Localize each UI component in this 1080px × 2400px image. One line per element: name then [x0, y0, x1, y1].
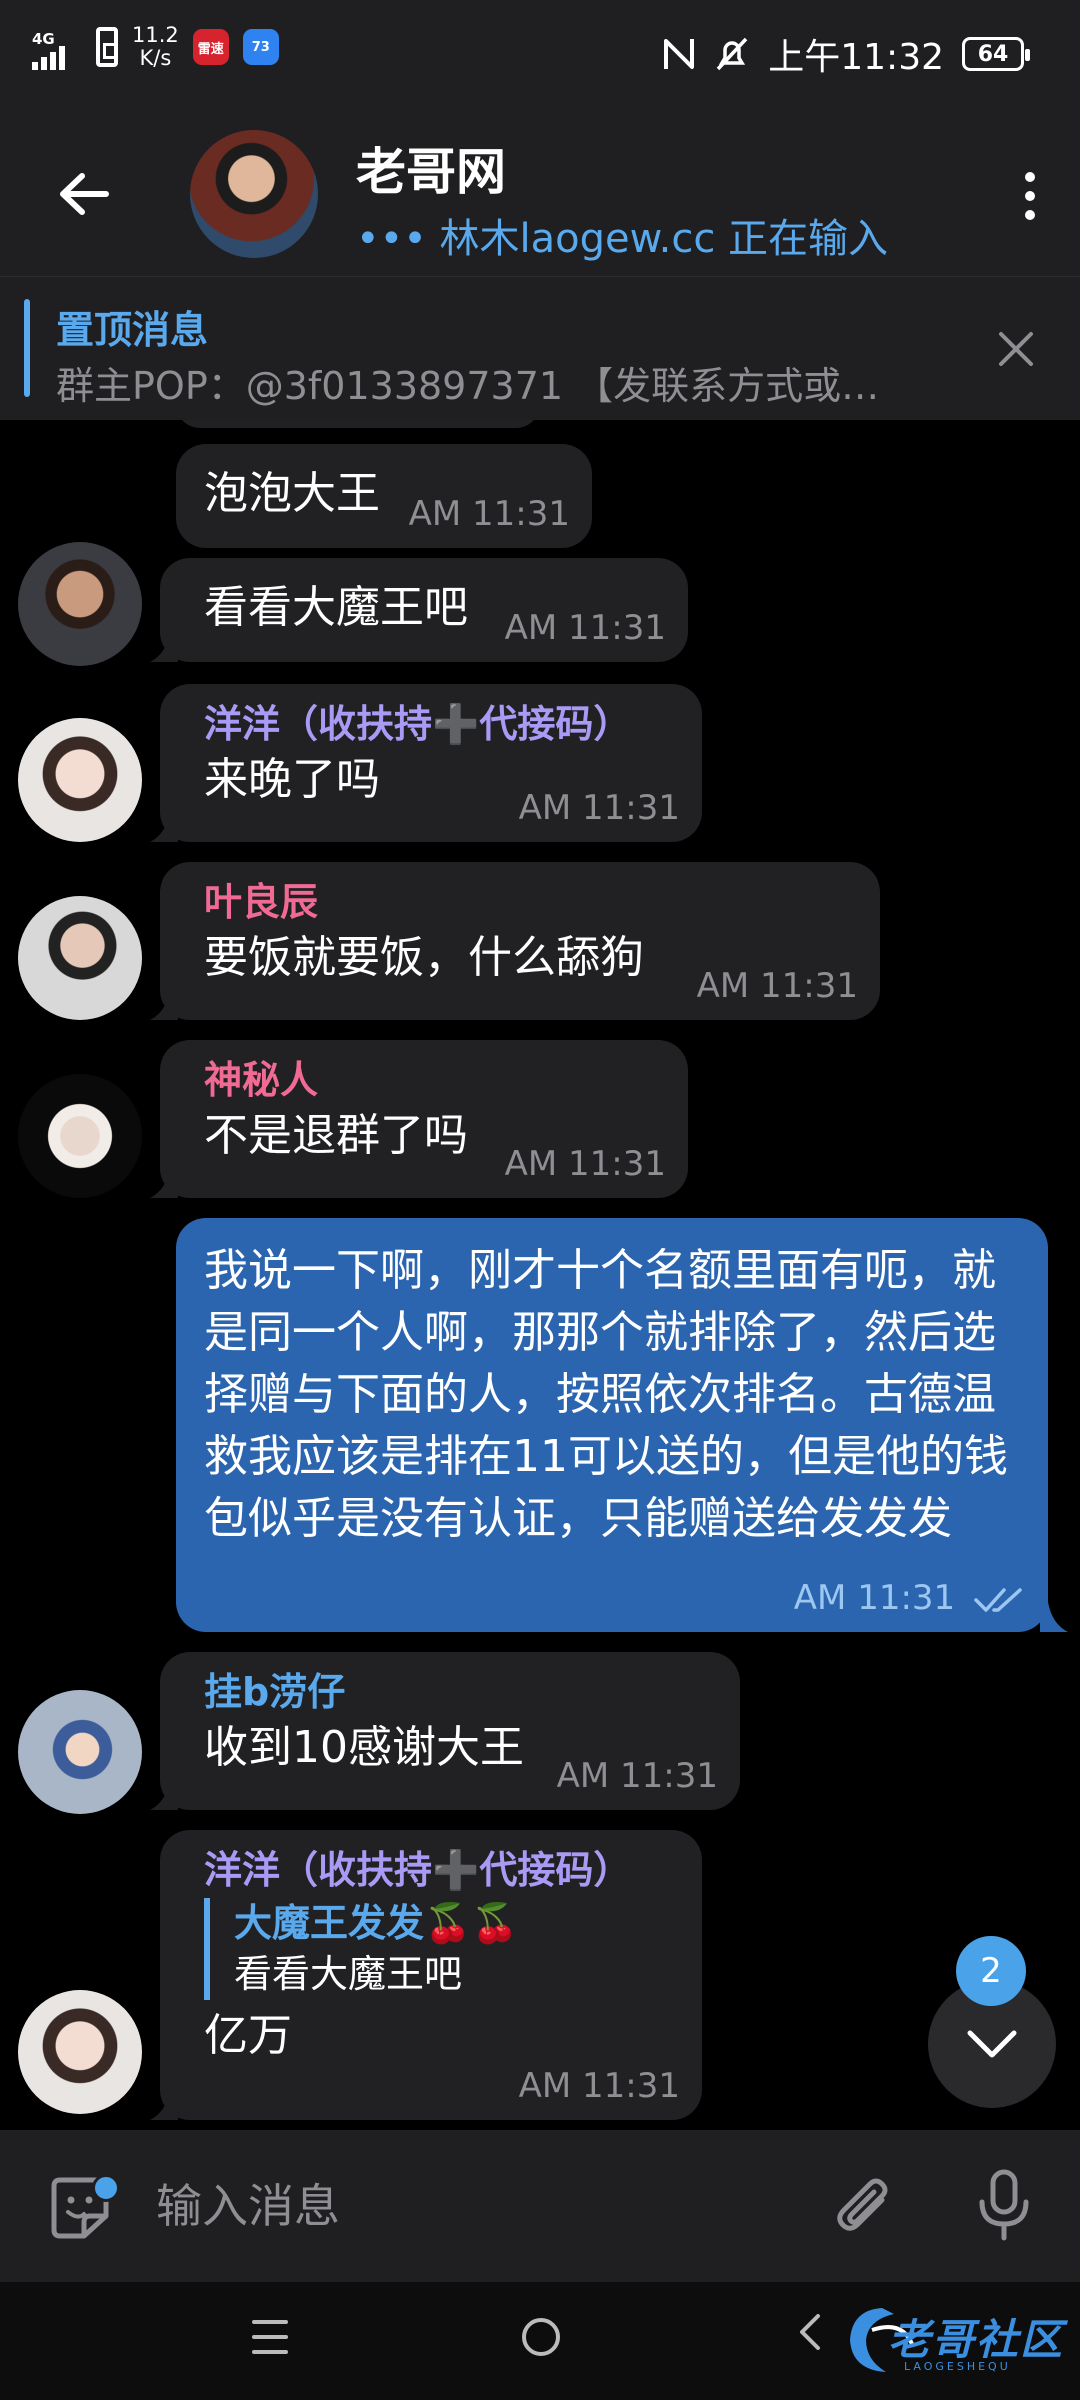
message-time: AM 11:31 — [556, 1756, 718, 1796]
user-avatar[interactable] — [18, 542, 142, 666]
message-time: AM 11:31 — [518, 788, 680, 828]
pinned-title: 置顶消息 — [56, 308, 209, 352]
watermark-subtext: LAOGESHEQU — [904, 2360, 1011, 2373]
message-time: AM 11:31 — [504, 608, 666, 648]
pinned-indicator — [24, 299, 30, 397]
message-time: AM 11:31 — [408, 494, 570, 534]
app-notification-icon: 雷速 — [192, 29, 229, 65]
bubble-tail — [150, 990, 178, 1020]
chat-header: 老哥网 ••• 林木laogew.cc 正在输入 — [0, 108, 1080, 276]
arrow-left-icon — [60, 173, 109, 215]
more-menu-button[interactable] — [1000, 156, 1060, 236]
network-type: 4G — [32, 30, 55, 48]
pinned-text: 群主POP：@3f0133897371 【发联系方式或… — [56, 364, 880, 408]
nfc-icon — [664, 39, 695, 69]
paperclip-icon — [837, 2178, 888, 2231]
message-time: AM 11:31 — [794, 1578, 1026, 1618]
sender-name[interactable]: 挂b涝仔 — [204, 1668, 712, 1716]
chevron-left-icon — [800, 2314, 820, 2350]
message-bubble[interactable]: 洋洋（收扶持➕代接码） 来晚了吗 AM 11:31 — [160, 684, 702, 842]
network-speed: 11.2 K/s — [132, 23, 179, 70]
reply-sender: 大魔王发发🍒🍒 — [234, 1901, 519, 1945]
reply-text: 看看大魔王吧 — [234, 1952, 463, 1996]
reply-quote[interactable]: 大魔王发发🍒🍒 看看大魔王吧 — [204, 1898, 674, 2000]
group-avatar[interactable] — [190, 130, 318, 258]
message-time: AM 11:31 — [518, 2066, 680, 2106]
message-time: AM 11:31 — [504, 1144, 666, 1184]
clock: 上午11:32 — [768, 37, 944, 78]
attach-button[interactable] — [826, 2170, 902, 2246]
message-bubble[interactable]: 叶良辰 要饭就要饭，什么舔狗 AM 11:31 — [160, 862, 880, 1020]
user-avatar[interactable] — [18, 1690, 142, 1814]
unread-count-badge: 2 — [956, 1936, 1026, 2006]
message-input[interactable] — [156, 2170, 796, 2242]
bubble-tail — [150, 812, 178, 842]
message-bubble[interactable]: 神秘人 不是退群了吗 AM 11:31 — [160, 1040, 688, 1198]
message-text: 亿万 — [204, 2010, 292, 2061]
message-bubble[interactable]: 挂b涝仔 收到10感谢大王 AM 11:31 — [160, 1652, 740, 1810]
bubble-tail — [1040, 1602, 1068, 1632]
new-sticker-indicator — [92, 2174, 120, 2202]
user-avatar[interactable] — [18, 1074, 142, 1198]
sender-name[interactable]: 洋洋（收扶持➕代接码） — [204, 700, 674, 748]
message-bubble[interactable]: 洋洋（收扶持➕代接码） 大魔王发发🍒🍒 看看大魔王吧 亿万 AM 11:31 — [160, 1830, 702, 2120]
chat-title[interactable]: 老哥网 — [356, 132, 506, 204]
system-navigation-bar: 老哥社区 LAOGESHEQU — [0, 2282, 1080, 2400]
close-icon — [999, 332, 1033, 366]
bubble-tail — [150, 1780, 178, 1810]
status-bar: 4G 11.2 K/s 雷速 73 上午11:32 64 — [0, 0, 1080, 108]
microphone-icon — [979, 2169, 1029, 2241]
sim-icon — [96, 27, 118, 67]
message-composer — [0, 2130, 1080, 2282]
signal-icon: 4G — [32, 24, 82, 70]
chevron-down-icon — [967, 2030, 1017, 2058]
bubble-tail — [150, 632, 178, 662]
bell-muted-icon — [716, 37, 748, 71]
message-bubble-partial — [176, 420, 540, 428]
sender-name[interactable]: 神秘人 — [204, 1056, 660, 1104]
sender-name[interactable]: 叶良辰 — [204, 878, 852, 926]
message-time: AM 11:31 — [696, 966, 858, 1006]
bubble-tail — [150, 1168, 178, 1198]
read-checks-icon — [974, 1587, 1022, 1612]
watermark-text: 老哥社区 — [888, 2315, 1065, 2364]
user-avatar[interactable] — [18, 896, 142, 1020]
recent-apps-button[interactable] — [252, 2320, 288, 2354]
outgoing-message-bubble[interactable]: 我说一下啊，刚才十个名额里面有呃，就是同一个人啊，那那个就排除了，然后选择赠与下… — [176, 1218, 1048, 1632]
back-button[interactable] — [48, 158, 120, 230]
battery-icon: 64 — [962, 37, 1030, 71]
message-text: 我说一下啊，刚才十个名额里面有呃，就是同一个人啊，那那个就排除了，然后选择赠与下… — [204, 1245, 1008, 1544]
close-pinned-button[interactable] — [984, 317, 1048, 381]
typing-status: ••• 林木laogew.cc 正在输入 — [356, 216, 889, 262]
message-list[interactable]: 泡泡大王 AM 11:31 看看大魔王吧 AM 11:31 洋洋（收扶持➕代接码… — [0, 420, 1080, 2130]
system-back-button[interactable] — [798, 2312, 822, 2362]
pinned-message[interactable]: 置顶消息 群主POP：@3f0133897371 【发联系方式或… — [0, 276, 1080, 420]
watermark-logo: 老哥社区 LAOGESHEQU — [842, 2296, 1068, 2386]
voice-record-button[interactable] — [966, 2166, 1042, 2246]
message-bubble[interactable]: 看看大魔王吧 AM 11:31 — [160, 558, 688, 662]
sender-name[interactable]: 洋洋（收扶持➕代接码） — [204, 1846, 674, 1894]
bubble-tail — [150, 2090, 178, 2120]
home-button[interactable] — [522, 2318, 560, 2356]
app-notification-icon: 73 — [242, 29, 279, 65]
user-avatar[interactable] — [18, 718, 142, 842]
user-avatar[interactable] — [18, 1990, 142, 2114]
message-bubble[interactable]: 泡泡大王 AM 11:31 — [176, 444, 592, 548]
